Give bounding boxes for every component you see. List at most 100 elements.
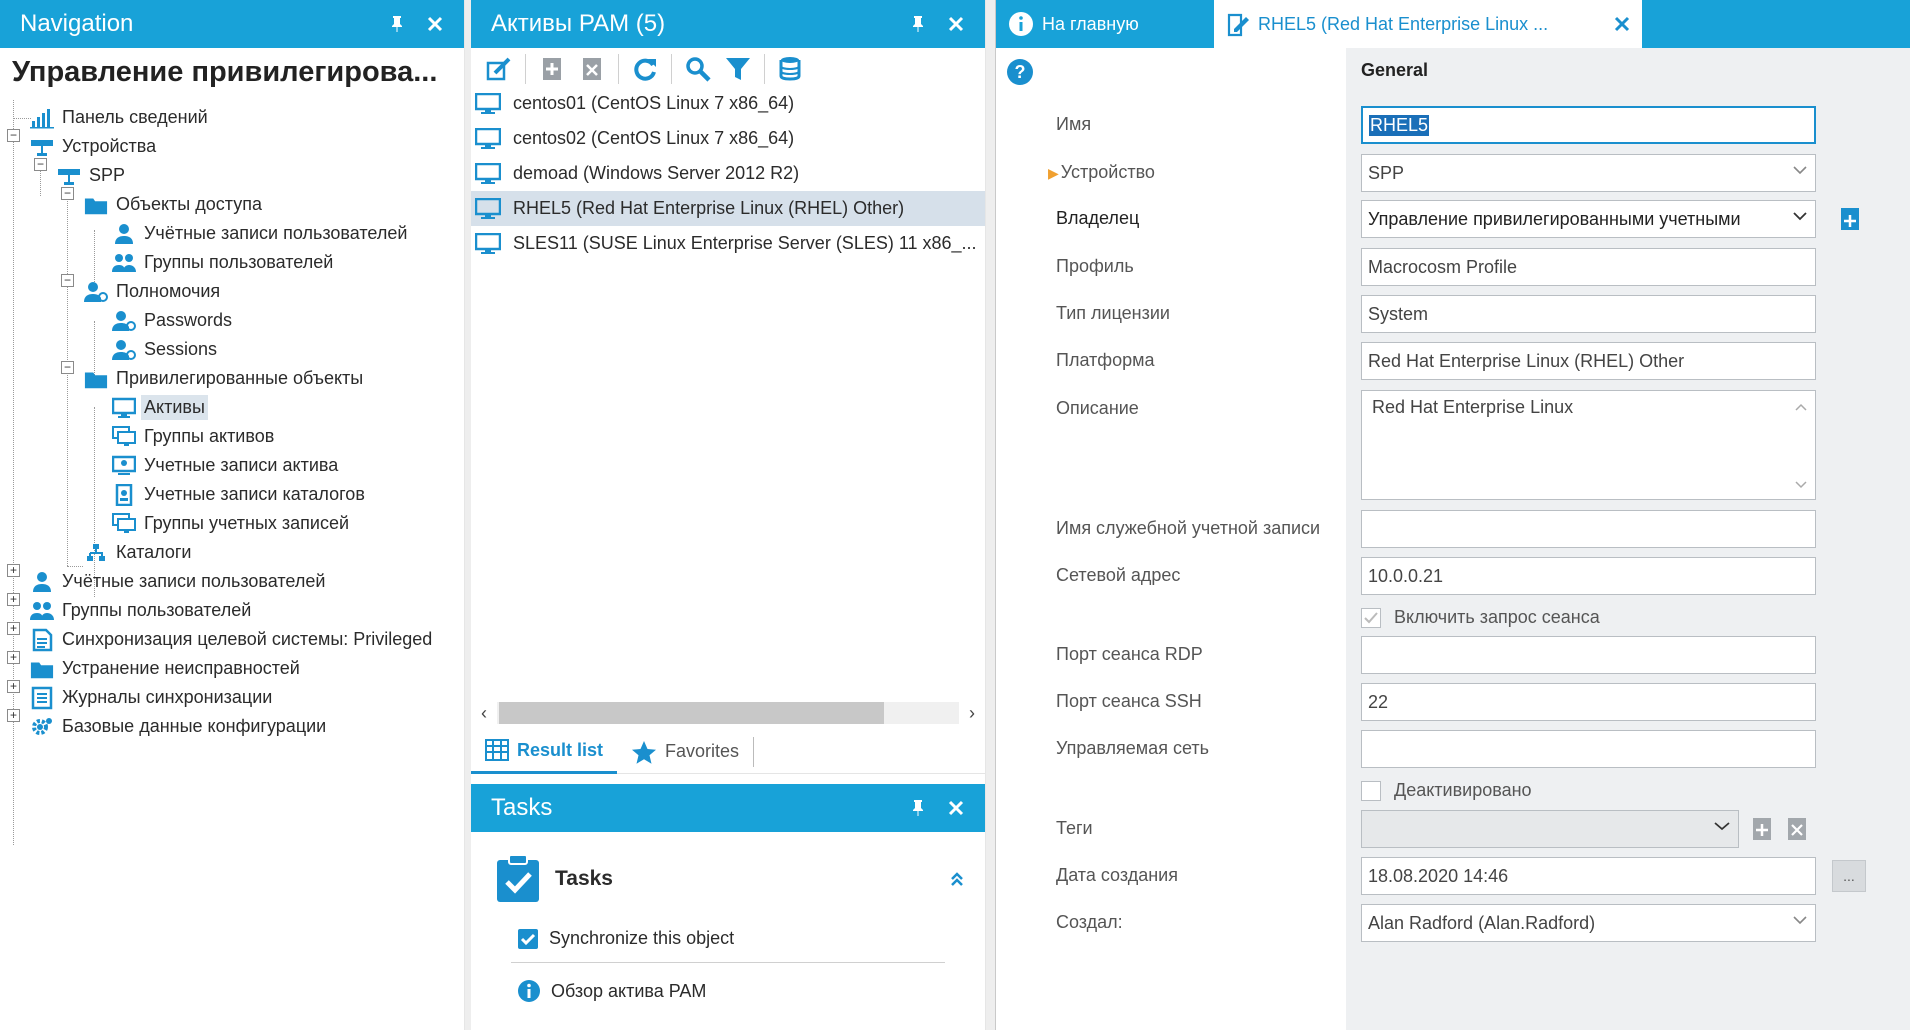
chevron-down-icon bbox=[1714, 821, 1730, 831]
database-icon[interactable] bbox=[773, 51, 809, 87]
list-item-selected[interactable]: RHEL5 (Red Hat Enterprise Linux (RHEL) O… bbox=[471, 191, 985, 226]
collapse-icon[interactable]: − bbox=[61, 361, 74, 374]
expand-icon[interactable]: + bbox=[7, 709, 20, 722]
tree-item-config[interactable]: Базовые данные конфигурации bbox=[30, 709, 326, 744]
list-item[interactable]: SLES11 (SUSE Linux Enterprise Server (SL… bbox=[471, 226, 985, 261]
filter-icon[interactable] bbox=[720, 51, 756, 87]
created-date-value: 18.08.2020 14:46 bbox=[1368, 865, 1509, 886]
scroll-up-icon[interactable] bbox=[1795, 403, 1807, 411]
scroll-right-icon[interactable]: › bbox=[959, 703, 985, 724]
license-field[interactable]: System bbox=[1361, 295, 1816, 333]
remove-tag-button[interactable] bbox=[1781, 813, 1813, 845]
close-icon[interactable] bbox=[418, 7, 452, 41]
pin-icon[interactable] bbox=[901, 7, 935, 41]
label-created-by: Создал: bbox=[1056, 912, 1123, 932]
list-item[interactable]: centos01 (CentOS Linux 7 x86_64) bbox=[471, 86, 985, 121]
created-by-select[interactable]: Alan Radford (Alan.Radford) bbox=[1361, 904, 1816, 942]
scroll-down-icon[interactable] bbox=[1795, 481, 1807, 489]
tree-item-label: Группы пользователей bbox=[62, 600, 252, 620]
managed-network-input[interactable] bbox=[1361, 730, 1816, 768]
expand-icon[interactable]: + bbox=[7, 680, 20, 693]
close-icon[interactable] bbox=[939, 7, 973, 41]
tasks-section-header[interactable]: Tasks bbox=[471, 832, 985, 904]
collapse-icon[interactable]: − bbox=[34, 158, 47, 171]
scroll-track[interactable] bbox=[497, 702, 959, 724]
tasks-title: Tasks bbox=[491, 794, 553, 821]
label-license: Тип лицензии bbox=[1056, 303, 1170, 323]
label-rdp-port: Порт сеанса RDP bbox=[1056, 644, 1203, 664]
description-value: Red Hat Enterprise Linux bbox=[1372, 397, 1574, 417]
add-owner-button[interactable] bbox=[1834, 203, 1866, 235]
nav-heading: Управление привилегирова... bbox=[12, 56, 438, 88]
close-icon[interactable] bbox=[939, 791, 973, 825]
enable-session-checkbox[interactable] bbox=[1361, 608, 1381, 628]
tree-item-label: Полномочия bbox=[116, 281, 221, 301]
profile-field[interactable]: Macrocosm Profile bbox=[1361, 248, 1816, 286]
pin-icon[interactable] bbox=[901, 791, 935, 825]
navigation-titlebar: Navigation bbox=[0, 0, 464, 48]
tree-item-label: Активы bbox=[141, 395, 208, 420]
close-tab-icon[interactable] bbox=[1614, 16, 1630, 32]
ssh-port-input[interactable]: 22 bbox=[1361, 683, 1816, 721]
tab-rhel5[interactable]: RHEL5 (Red Hat Enterprise Linux ... bbox=[1214, 0, 1642, 48]
refresh-icon[interactable] bbox=[627, 51, 663, 87]
collapse-icon[interactable]: − bbox=[7, 129, 20, 142]
tab-label: Result list bbox=[517, 739, 604, 760]
owner-select[interactable]: Управление привилегированными учетными bbox=[1361, 200, 1816, 238]
list-item[interactable]: demoad (Windows Server 2012 R2) bbox=[471, 156, 985, 191]
description-textarea[interactable]: Red Hat Enterprise Linux bbox=[1361, 390, 1816, 500]
users-icon bbox=[112, 251, 136, 275]
label-profile: Профиль bbox=[1056, 256, 1134, 276]
collapse-icon[interactable]: − bbox=[61, 274, 74, 287]
delete-object-icon[interactable] bbox=[574, 51, 610, 87]
add-object-icon[interactable] bbox=[534, 51, 570, 87]
tree-item-label: Базовые данные конфигурации bbox=[62, 716, 327, 736]
created-date-field[interactable]: 18.08.2020 14:46 bbox=[1361, 857, 1816, 895]
tab-home[interactable]: На главную bbox=[996, 0, 1214, 48]
expand-icon[interactable]: + bbox=[7, 622, 20, 635]
scroll-thumb[interactable] bbox=[499, 702, 884, 724]
platform-field[interactable]: Red Hat Enterprise Linux (RHEL) Other bbox=[1361, 342, 1816, 380]
collapse-icon[interactable]: − bbox=[61, 187, 74, 200]
name-input[interactable]: RHEL5 bbox=[1361, 106, 1816, 144]
pin-icon[interactable] bbox=[380, 7, 414, 41]
splitter[interactable] bbox=[986, 0, 995, 1030]
monitor-group-icon bbox=[112, 512, 136, 536]
network-icon bbox=[30, 135, 54, 159]
platform-value: Red Hat Enterprise Linux (RHEL) Other bbox=[1368, 350, 1685, 371]
list-tabs: Result list Favorites bbox=[471, 730, 985, 774]
edit-list-icon[interactable] bbox=[481, 51, 517, 87]
list-item[interactable]: centos02 (CentOS Linux 7 x86_64) bbox=[471, 121, 985, 156]
add-tag-button[interactable] bbox=[1746, 813, 1778, 845]
label-description: Описание bbox=[1056, 398, 1139, 418]
ellipsis-button[interactable]: ... bbox=[1832, 860, 1866, 892]
expand-icon[interactable]: + bbox=[7, 593, 20, 606]
tree-item-label: Учётные записи пользователей bbox=[144, 223, 408, 243]
scroll-left-icon[interactable]: ‹ bbox=[471, 703, 497, 724]
tasks-panel-title: Tasks bbox=[471, 784, 985, 832]
tab-favorites[interactable]: Favorites bbox=[617, 730, 753, 774]
monitor-icon bbox=[112, 396, 136, 420]
label-name: Имя bbox=[1056, 114, 1092, 134]
task-synchronize[interactable]: Synchronize this object bbox=[471, 918, 985, 958]
disabled-checkbox[interactable] bbox=[1361, 781, 1381, 801]
expand-icon[interactable]: + bbox=[7, 564, 20, 577]
horizontal-scrollbar[interactable]: ‹ › bbox=[471, 698, 985, 728]
section-general: General bbox=[1361, 60, 1429, 80]
ssh-port-value: 22 bbox=[1368, 691, 1389, 712]
service-account-input[interactable] bbox=[1361, 510, 1816, 548]
tab-label: Favorites bbox=[665, 741, 740, 761]
task-label: Обзор актива PAM bbox=[551, 980, 707, 1001]
tree-item-label: Привилегированные объекты bbox=[116, 368, 364, 388]
device-select[interactable]: SPP bbox=[1361, 154, 1816, 192]
tab-result-list[interactable]: Result list bbox=[471, 730, 618, 774]
help-icon[interactable]: ? bbox=[1006, 58, 1034, 86]
collapse-up-icon[interactable] bbox=[949, 871, 965, 887]
address-input[interactable]: 10.0.0.21 bbox=[1361, 557, 1816, 595]
label-device: ▶ Устройство bbox=[1048, 162, 1155, 183]
rdp-port-input[interactable] bbox=[1361, 636, 1816, 674]
expand-icon[interactable]: + bbox=[7, 651, 20, 664]
tags-select[interactable] bbox=[1361, 810, 1739, 848]
search-icon[interactable] bbox=[680, 51, 716, 87]
task-overview[interactable]: Обзор актива PAM bbox=[471, 971, 985, 1011]
